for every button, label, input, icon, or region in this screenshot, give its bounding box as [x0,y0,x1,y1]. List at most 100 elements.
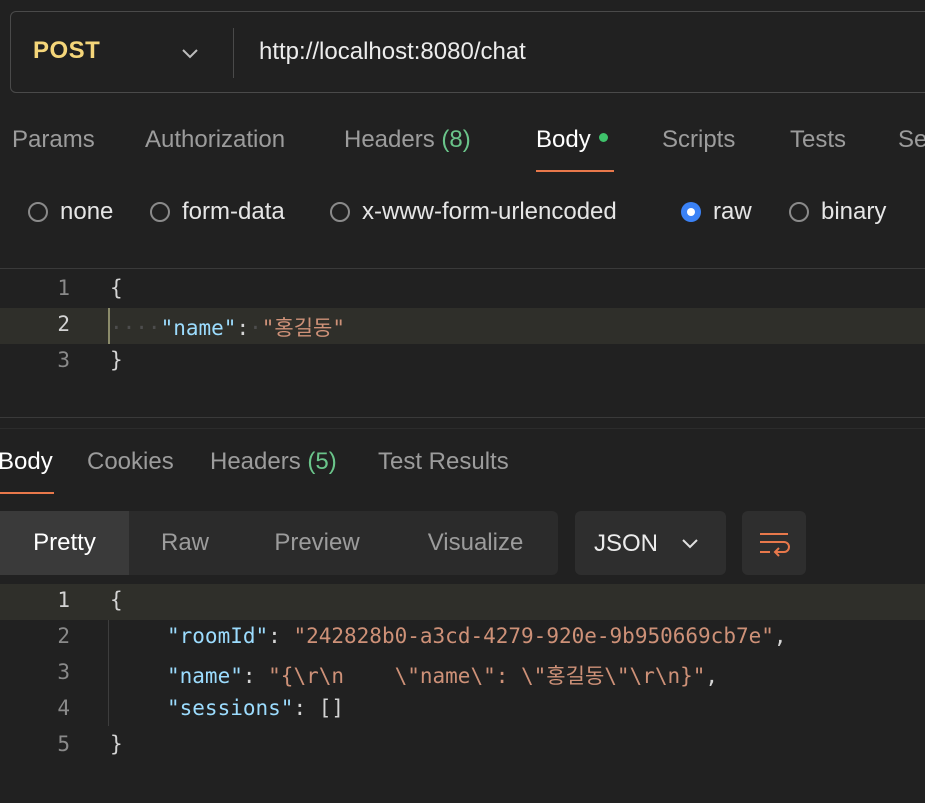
tab-label: Body [0,448,53,475]
code-line: 3 "name": "{\r\n \"name\": \"홍길동\"\r\n}"… [0,656,925,692]
radio-label: x-www-form-urlencoded [362,198,617,225]
line-number: 5 [57,732,70,756]
url-input[interactable]: http://localhost:8080/chat [259,38,526,66]
line-number: 1 [57,276,70,300]
url-divider [233,28,234,78]
response-tabs: Body Cookies Headers (5) Test Results [0,448,925,498]
line-number: 3 [57,348,70,372]
code-line: 4 "sessions": [] [0,692,925,728]
radio-none[interactable]: none [28,198,113,226]
radio-label: raw [713,198,752,225]
body-indicator-dot [598,133,608,143]
body-type-options: none form-data x-www-form-urlencoded raw… [0,198,925,228]
json-key: "name" [160,316,237,340]
tab-label: Authorization [145,126,286,153]
format-label: JSON [594,530,659,557]
tab-label: Body [536,126,591,153]
radio-raw[interactable]: raw [681,198,752,226]
view-mode-group: Pretty Raw Preview Visualize [0,511,558,575]
radio-button[interactable] [789,202,809,222]
radio-button[interactable] [28,202,48,222]
radio-label: binary [821,198,887,225]
tab-authorization[interactable]: Authorization [145,126,285,154]
code-line: 2 "roomId": "242828b0-a3cd-4279-920e-9b9… [0,620,925,656]
comma: , [773,624,787,648]
brace: } [110,732,123,756]
line-number: 3 [57,660,70,684]
chevron-down-icon[interactable] [179,42,201,64]
wrap-lines-icon [760,533,790,557]
headers-count: (8) [441,126,471,153]
active-tab-underline [536,170,614,172]
tab-response-headers[interactable]: Headers (5) [210,448,337,476]
whitespace-marker: ···· [110,316,161,340]
radio-form-data[interactable]: form-data [150,198,285,226]
colon: : [242,664,269,688]
tab-response-body[interactable]: Body [0,448,53,476]
request-tabs: Params Authorization Headers (8) Body Sc… [0,126,925,176]
radio-label: form-data [182,198,285,225]
headers-count: (5) [307,448,337,475]
tab-label: Scripts [662,126,736,153]
colon: : [293,696,319,720]
tab-settings[interactable]: Se [898,126,925,154]
view-preview-button[interactable]: Preview [241,511,393,575]
line-number: 4 [57,696,70,720]
tab-label: Se [898,126,925,153]
radio-x-www-form-urlencoded[interactable]: x-www-form-urlencoded [330,198,617,226]
divider [0,268,925,269]
tab-tests[interactable]: Tests [790,126,846,154]
json-string: "{\r\n \"name\": \"홍길동\"\r\n}" [268,664,706,688]
radio-label: none [60,198,114,225]
view-visualize-button[interactable]: Visualize [393,511,558,575]
json-key: "name" [167,664,243,688]
code-line: 5 } [0,728,925,764]
brace: } [110,348,123,372]
json-array: [] [318,696,345,720]
tab-test-results[interactable]: Test Results [378,448,509,476]
wrap-lines-button[interactable] [742,511,806,575]
radio-button-checked[interactable] [681,202,701,222]
tab-label: Params [12,126,95,153]
radio-binary[interactable]: binary [789,198,886,226]
code-line: 3 } [0,344,925,380]
json-string: "홍길동" [261,316,345,340]
tab-cookies[interactable]: Cookies [87,448,174,476]
method-select[interactable]: POST [33,37,100,65]
divider [0,428,925,429]
tab-label: Cookies [87,448,174,475]
view-pretty-button[interactable]: Pretty [0,511,129,575]
line-content: } [110,732,123,756]
json-key: "sessions" [167,696,294,720]
line-number: 2 [57,312,70,336]
request-url-bar: POST http://localhost:8080/chat [10,11,925,93]
tab-label: Headers [344,126,435,153]
radio-button[interactable] [330,202,350,222]
line-content: { [110,588,123,612]
pane-divider[interactable] [0,417,925,418]
format-select[interactable]: JSON [575,511,726,575]
tab-scripts[interactable]: Scripts [662,126,735,154]
tab-label: Headers [210,448,301,475]
line-content: { [110,276,123,300]
line-number: 1 [57,588,70,612]
chevron-down-icon [682,539,698,549]
tab-body[interactable]: Body [536,126,608,154]
json-key: "roomId" [167,624,269,648]
active-tab-underline [0,492,54,494]
code-line-current: 2 ····"name":·"홍길동" [0,308,925,344]
tab-headers[interactable]: Headers (8) [344,126,471,154]
json-string: "242828b0-a3cd-4279-920e-9b950669cb7e" [293,624,774,648]
view-raw-button[interactable]: Raw [129,511,241,575]
comma: , [705,664,719,688]
colon: : [268,624,294,648]
line-content: } [110,348,123,372]
radio-button[interactable] [150,202,170,222]
brace: { [110,276,123,300]
caret-line-marker [108,308,110,344]
whitespace-marker: · [249,316,262,340]
line-content: ····"name":·"홍길동" [110,312,345,342]
tab-params[interactable]: Params [12,126,95,154]
line-content: "name": "{\r\n \"name\": \"홍길동\"\r\n}", [167,660,718,690]
line-content: "roomId": "242828b0-a3cd-4279-920e-9b950… [167,624,787,648]
